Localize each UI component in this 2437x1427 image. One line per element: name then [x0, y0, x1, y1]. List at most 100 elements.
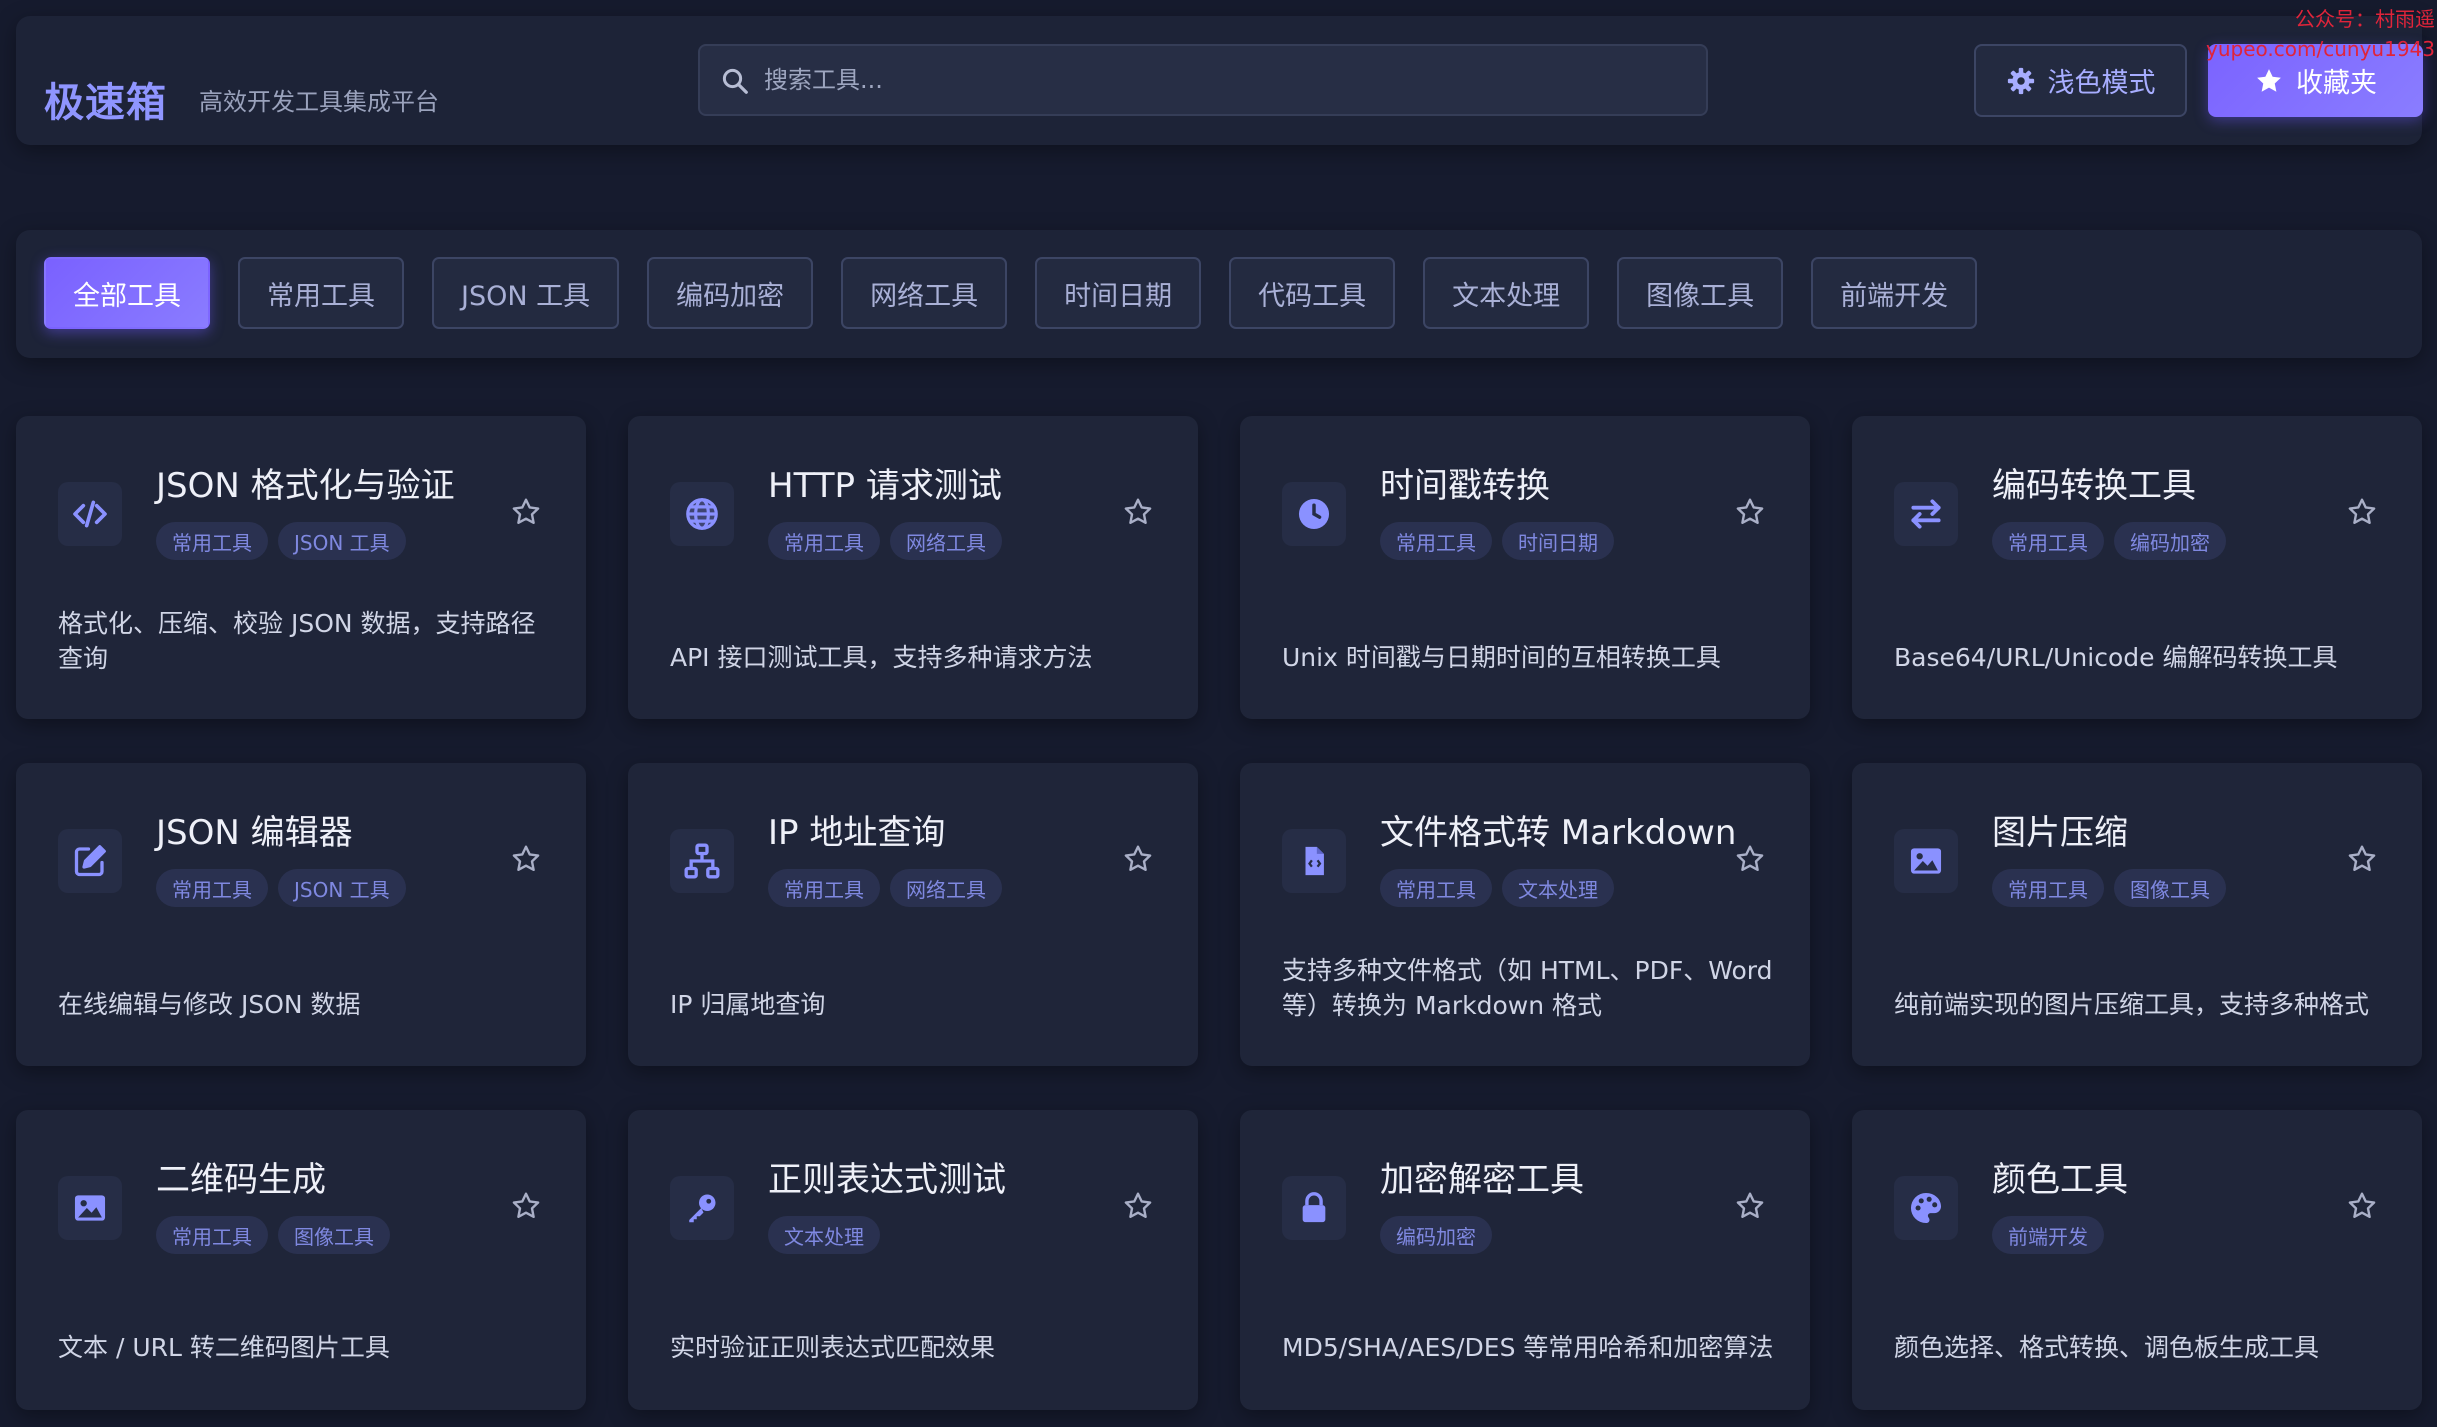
tool-title: JSON 编辑器 [156, 813, 353, 853]
tool-description: 在线编辑与修改 JSON 数据 [58, 990, 361, 1019]
tag: 常用工具 [156, 522, 268, 560]
category-tab-datetime[interactable]: 时间日期 [1035, 257, 1202, 329]
category-bar: 全部工具 常用工具 JSON 工具 编码加密 网络工具 时间日期 代码工具 文本… [16, 230, 2422, 358]
tool-title: 二维码生成 [156, 1160, 326, 1200]
image-icon [58, 1176, 122, 1240]
tag: 常用工具 [1380, 869, 1492, 907]
tag: 常用工具 [768, 869, 880, 907]
tag: JSON 工具 [278, 869, 406, 907]
tag-list: 常用工具 文本处理 [1380, 869, 1614, 907]
exchange-icon [1894, 482, 1958, 546]
lock-icon [1282, 1176, 1346, 1240]
tool-card-color[interactable]: 颜色工具 前端开发 颜色选择、格式转换、调色板生成工具 [1852, 1110, 2422, 1410]
tag: 常用工具 [1992, 522, 2104, 560]
tool-description: Base64/URL/Unicode 编解码转换工具 [1894, 643, 2338, 672]
tool-title: 加密解密工具 [1380, 1160, 1584, 1200]
key-icon [670, 1176, 734, 1240]
tag: 时间日期 [1502, 522, 1614, 560]
app-subtitle: 高效开发工具集成平台 [199, 88, 439, 116]
tool-card-crypto[interactable]: 加密解密工具 编码加密 MD5/SHA/AES/DES 等常用哈希和加密算法 [1240, 1110, 1810, 1410]
watermark-line1: 公众号：村雨遥 [2295, 7, 2435, 31]
tool-card-ip-lookup[interactable]: IP 地址查询 常用工具 网络工具 IP 归属地查询 [628, 763, 1198, 1066]
app-logo[interactable]: 极速箱 [44, 70, 167, 128]
globe-icon [670, 482, 734, 546]
tool-title: 图片压缩 [1992, 813, 2128, 853]
tag-list: 文本处理 [768, 1216, 880, 1254]
tag-list: 前端开发 [1992, 1216, 2104, 1254]
category-tab-text[interactable]: 文本处理 [1423, 257, 1590, 329]
tag-list: 常用工具 时间日期 [1380, 522, 1614, 560]
tag-list: 常用工具 网络工具 [768, 522, 1002, 560]
tool-card-timestamp[interactable]: 时间戳转换 常用工具 时间日期 Unix 时间戳与日期时间的互相转换工具 [1240, 416, 1810, 719]
tool-title: 颜色工具 [1992, 1160, 2128, 1200]
tag: 前端开发 [1992, 1216, 2104, 1254]
tool-card-json-editor[interactable]: JSON 编辑器 常用工具 JSON 工具 在线编辑与修改 JSON 数据 [16, 763, 586, 1066]
edit-icon [58, 829, 122, 893]
favorites-label: 收藏夹 [2296, 68, 2377, 99]
tool-card-regex[interactable]: 正则表达式测试 文本处理 实时验证正则表达式匹配效果 [628, 1110, 1198, 1410]
tag: 编码加密 [1380, 1216, 1492, 1254]
category-tab-code[interactable]: 代码工具 [1229, 257, 1396, 329]
code-icon [58, 482, 122, 546]
star-outline-icon[interactable] [1122, 496, 1154, 528]
tag: 常用工具 [156, 1216, 268, 1254]
tool-title: 时间戳转换 [1380, 466, 1550, 506]
category-tab-image[interactable]: 图像工具 [1617, 257, 1784, 329]
tool-card-encoding[interactable]: 编码转换工具 常用工具 编码加密 Base64/URL/Unicode 编解码转… [1852, 416, 2422, 719]
tool-title: HTTP 请求测试 [768, 466, 1002, 506]
theme-toggle-button[interactable]: 浅色模式 [1974, 44, 2187, 117]
category-tab-network[interactable]: 网络工具 [841, 257, 1008, 329]
category-tab-common[interactable]: 常用工具 [238, 257, 404, 329]
category-tab-json[interactable]: JSON 工具 [432, 257, 620, 329]
tag: 图像工具 [2114, 869, 2226, 907]
tag: 常用工具 [156, 869, 268, 907]
header-bar: 极速箱 高效开发工具集成平台 浅色模式 [16, 16, 2423, 145]
tool-description: 颜色选择、格式转换、调色板生成工具 [1894, 1333, 2320, 1362]
star-outline-icon[interactable] [1122, 1190, 1154, 1222]
watermark: 公众号：村雨遥 yupeo.com/cunyu1943 [2185, 4, 2435, 64]
category-tab-frontend[interactable]: 前端开发 [1811, 257, 1978, 329]
star-outline-icon[interactable] [1734, 843, 1766, 875]
tool-card-image-compress[interactable]: 图片压缩 常用工具 图像工具 纯前端实现的图片压缩工具，支持多种格式 [1852, 763, 2422, 1066]
tool-card-http-test[interactable]: HTTP 请求测试 常用工具 网络工具 API 接口测试工具，支持多种请求方法 [628, 416, 1198, 719]
tool-description: Unix 时间戳与日期时间的互相转换工具 [1282, 643, 1721, 672]
clock-icon [1282, 482, 1346, 546]
tool-description: 实时验证正则表达式匹配效果 [670, 1333, 996, 1362]
star-outline-icon[interactable] [1734, 1190, 1766, 1222]
tag: 文本处理 [1502, 869, 1614, 907]
tool-card-file-to-markdown[interactable]: 文件格式转 Markdown 常用工具 文本处理 支持多种文件格式（如 HTML… [1240, 763, 1810, 1066]
star-outline-icon[interactable] [2346, 843, 2378, 875]
tool-description: 支持多种文件格式（如 HTML、PDF、Word 等）转换为 Markdown … [1282, 956, 1773, 1020]
star-outline-icon[interactable] [1734, 496, 1766, 528]
network-icon [670, 829, 734, 893]
file-code-icon [1282, 829, 1346, 893]
star-outline-icon[interactable] [510, 1190, 542, 1222]
category-tab-all[interactable]: 全部工具 [44, 257, 210, 329]
star-outline-icon[interactable] [510, 496, 542, 528]
tag: 常用工具 [1992, 869, 2104, 907]
tool-card-qrcode[interactable]: 二维码生成 常用工具 图像工具 文本 / URL 转二维码图片工具 [16, 1110, 586, 1410]
search-box[interactable] [698, 44, 1708, 116]
category-tab-encoding[interactable]: 编码加密 [647, 257, 814, 329]
star-outline-icon[interactable] [1122, 843, 1154, 875]
star-outline-icon[interactable] [510, 843, 542, 875]
tool-description: 纯前端实现的图片压缩工具，支持多种格式 [1894, 990, 2370, 1019]
tag: 常用工具 [768, 522, 880, 560]
tag-list: 编码加密 [1380, 1216, 1492, 1254]
tool-grid: JSON 格式化与验证 常用工具 JSON 工具 格式化、压缩、校验 JSON … [16, 416, 2422, 1410]
tag-list: 常用工具 JSON 工具 [156, 522, 406, 560]
tag-list: 常用工具 JSON 工具 [156, 869, 406, 907]
tool-description: API 接口测试工具，支持多种请求方法 [670, 643, 1093, 672]
palette-icon [1894, 1176, 1958, 1240]
star-outline-icon[interactable] [2346, 1190, 2378, 1222]
star-outline-icon[interactable] [2346, 496, 2378, 528]
star-filled-icon [2257, 68, 2281, 92]
tag: 网络工具 [890, 522, 1002, 560]
tool-card-json-formatter[interactable]: JSON 格式化与验证 常用工具 JSON 工具 格式化、压缩、校验 JSON … [16, 416, 586, 719]
watermark-line2: yupeo.com/cunyu1943 [2206, 37, 2435, 61]
search-icon [722, 68, 748, 94]
tool-title: IP 地址查询 [768, 813, 946, 853]
search-input[interactable] [764, 46, 1684, 114]
theme-toggle-label: 浅色模式 [2047, 68, 2156, 99]
tool-title: JSON 格式化与验证 [156, 466, 455, 506]
